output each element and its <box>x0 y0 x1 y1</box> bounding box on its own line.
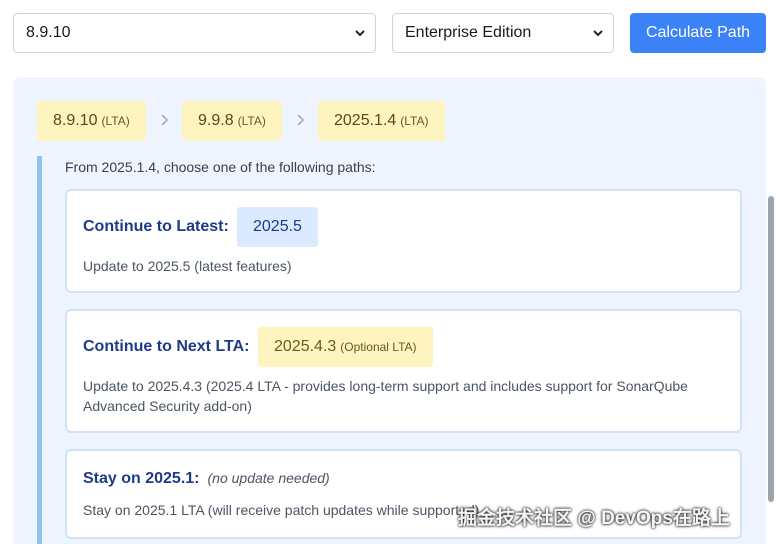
option-title: Continue to Next LTA: <box>83 338 250 355</box>
option-description: Stay on 2025.1 LTA (will receive patch u… <box>83 502 480 518</box>
chevron-right-icon <box>297 114 305 126</box>
chevron-down-icon <box>593 30 603 37</box>
path-step-version: 8.9.10 <box>53 112 98 129</box>
edition-select-value: Enterprise Edition <box>405 24 532 41</box>
version-select-value: 8.9.10 <box>26 24 71 41</box>
option-description: Update to 2025.5 (latest features) <box>83 258 292 274</box>
options-rail <box>37 156 42 544</box>
version-select[interactable]: 8.9.10 <box>13 13 376 53</box>
target-version: 2025.5 <box>253 218 302 235</box>
target-version-badge: 2025.5 <box>237 207 318 247</box>
path-step-version: 2025.1.4 <box>334 112 397 129</box>
path-step-tag: (LTA) <box>237 114 266 128</box>
path-step-version: 9.9.8 <box>198 112 234 129</box>
target-version-tag: (Optional LTA) <box>340 340 417 354</box>
path-step-3: 2025.1.4 (LTA) <box>318 101 445 141</box>
path-step-tag: (LTA) <box>400 114 429 128</box>
path-step-2: 9.9.8 (LTA) <box>182 101 282 141</box>
option-card-next-lta[interactable]: Continue to Next LTA: 2025.4.3 (Optional… <box>65 309 742 433</box>
chevron-down-icon <box>355 30 365 37</box>
calculate-path-button[interactable]: Calculate Path <box>630 13 766 53</box>
option-card-latest[interactable]: Continue to Latest: 2025.5 Update to 202… <box>65 189 742 293</box>
option-title: Continue to Latest: <box>83 218 229 235</box>
target-version-badge: 2025.4.3 (Optional LTA) <box>258 327 433 367</box>
option-title: Stay on 2025.1: <box>83 470 200 487</box>
option-description: Update to 2025.4.3 (2025.4 LTA - provide… <box>83 378 688 414</box>
edition-select[interactable]: Enterprise Edition <box>392 13 614 53</box>
chevron-right-icon <box>161 114 169 126</box>
path-step-tag: (LTA) <box>101 114 130 128</box>
scrollbar-thumb[interactable] <box>768 196 774 502</box>
option-title-row: Stay on 2025.1: (no update needed) <box>83 470 330 488</box>
watermark: 掘金技术社区 @ DevOps在路上 <box>458 508 730 529</box>
option-note: (no update needed) <box>207 470 330 486</box>
target-version: 2025.4.3 <box>274 338 337 355</box>
path-step-1: 8.9.10 (LTA) <box>37 101 146 141</box>
options-intro: From 2025.1.4, choose one of the followi… <box>65 159 376 175</box>
